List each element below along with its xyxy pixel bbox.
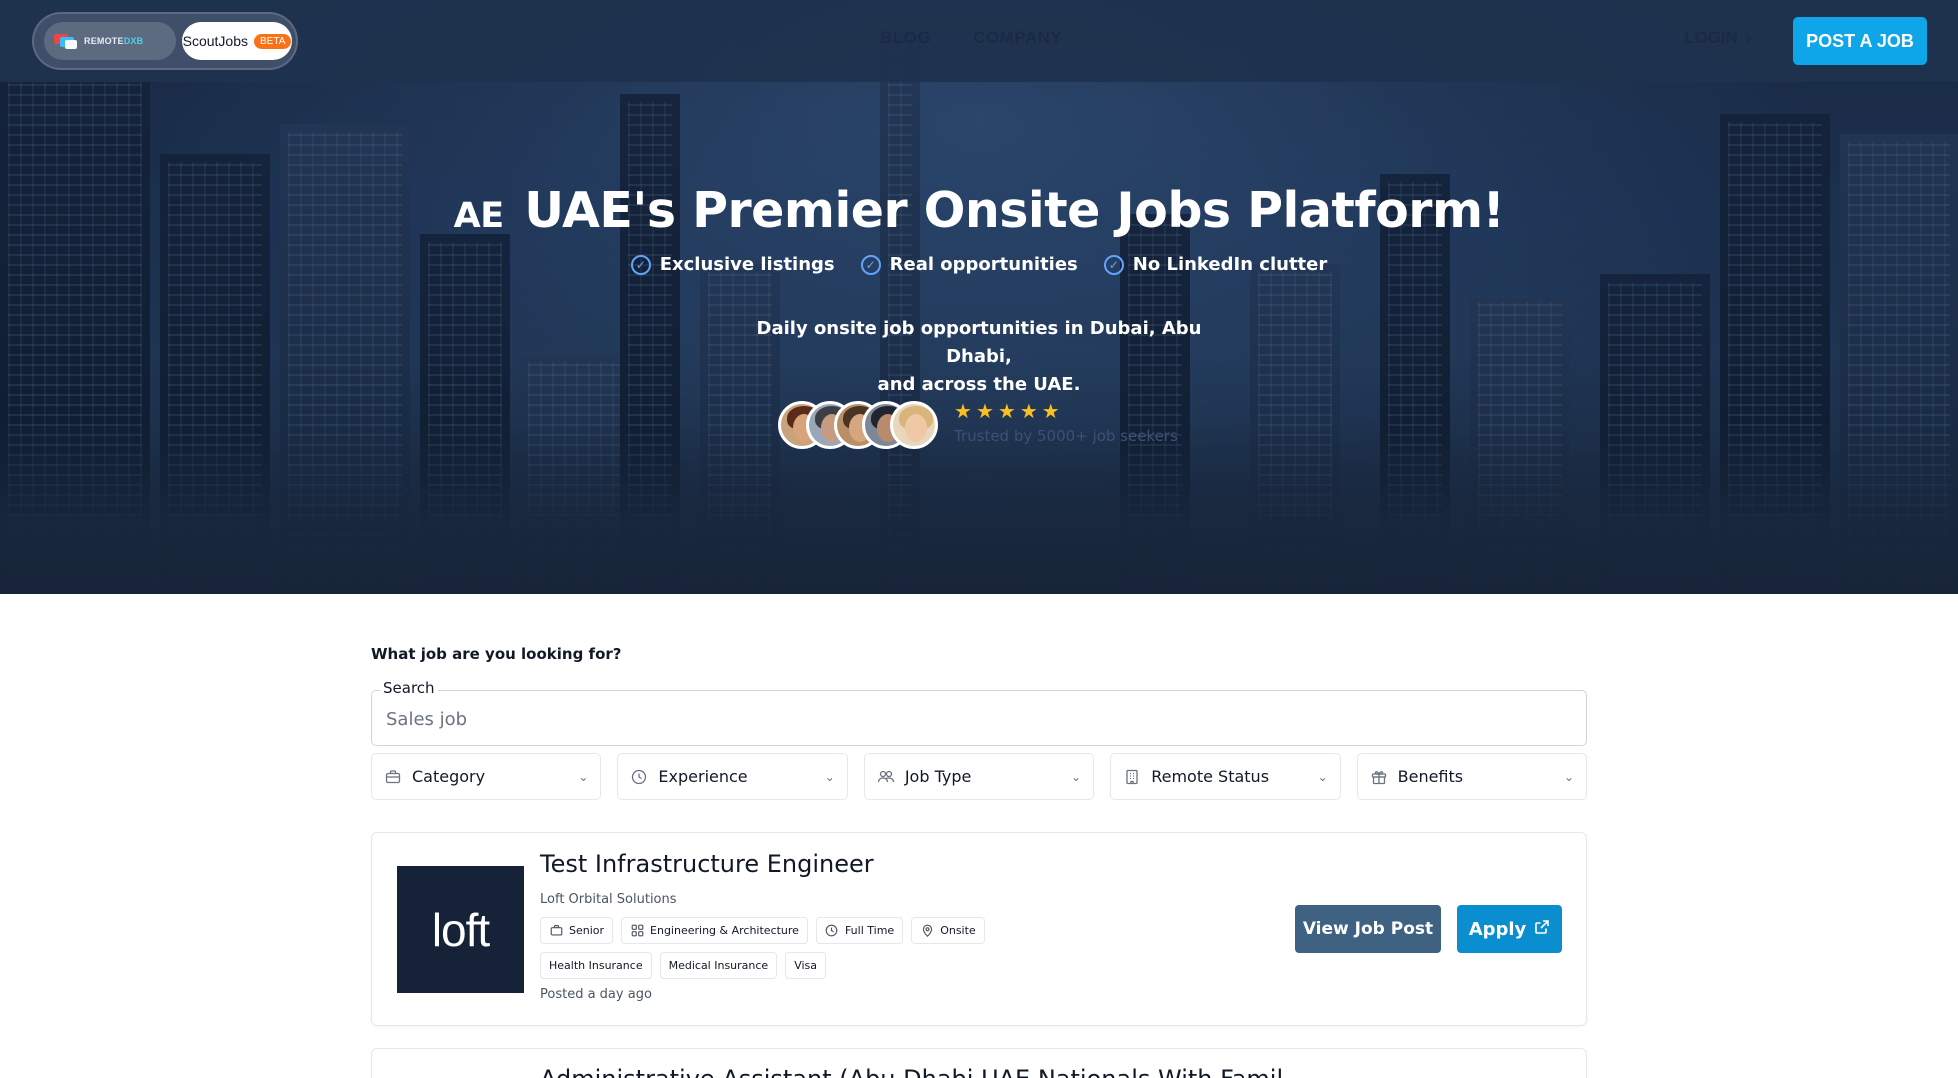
briefcase-icon [384, 768, 402, 786]
view-job-post-button[interactable]: View Job Post [1295, 905, 1441, 953]
tagline-line2: and across the UAE. [877, 374, 1081, 395]
top-navbar: REMOTEDXB ScoutJobs BETA BLOG COMPANY LO… [0, 0, 1958, 82]
posted-time: Posted a day ago [540, 987, 652, 1002]
job-card[interactable]: Administrative Assistant (Abu Dhabi UAE … [371, 1048, 1587, 1078]
post-job-button[interactable]: POST A JOB [1793, 17, 1927, 65]
tag-label: Health Insurance [549, 959, 643, 972]
chevron-down-icon: ⌄ [1563, 769, 1575, 784]
feature-item: ✓ No LinkedIn clutter [1103, 254, 1328, 275]
search-question: What job are you looking for? [371, 645, 622, 663]
company-logo-text: loft [431, 903, 490, 956]
feature-item: ✓ Exclusive listings [630, 254, 835, 275]
job-title[interactable]: Test Infrastructure Engineer [540, 850, 874, 878]
tag-benefit: Medical Insurance [659, 952, 778, 979]
filter-label: Experience [658, 767, 748, 786]
grid-icon [630, 924, 644, 938]
gift-icon [1370, 768, 1388, 786]
job-title[interactable]: Administrative Assistant (Abu Dhabi UAE … [540, 1065, 1283, 1078]
nav-link-company[interactable]: COMPANY [973, 28, 1062, 48]
hero-banner [0, 0, 1958, 594]
check-circle-icon: ✓ [860, 254, 881, 275]
star-icon: ★ [1041, 399, 1060, 423]
search-input[interactable] [386, 705, 1566, 733]
feature-item: ✓ Real opportunities [860, 254, 1078, 275]
trusted-count: Trusted by 5000+ job seekers [954, 427, 1178, 445]
scoutjobs-name: ScoutJobs [182, 33, 248, 49]
scoutjobs-logo[interactable]: ScoutJobs BETA [182, 22, 292, 60]
hero-tagline: Daily onsite job opportunities in Dubai,… [729, 315, 1229, 399]
tag-label: Senior [569, 924, 605, 937]
filter-bar: Category ⌄ Experience ⌄ Job Type ⌄ Remot… [371, 753, 1588, 800]
tag-label: Medical Insurance [668, 959, 769, 972]
feature-label: Real opportunities [889, 254, 1078, 275]
remote-dxb-logo-icon [54, 32, 78, 50]
avatar-stack [778, 401, 938, 449]
filter-benefits[interactable]: Benefits ⌄ [1356, 753, 1588, 800]
tag-benefit: Visa [785, 952, 827, 979]
tag-seniority: Senior [540, 917, 614, 944]
external-link-icon [1534, 919, 1550, 940]
filter-label: Job Type [904, 767, 972, 786]
users-icon [877, 768, 895, 786]
company-name: Loft Orbital Solutions [540, 892, 677, 907]
nav-link-blog[interactable]: BLOG [880, 28, 931, 48]
filter-job-type[interactable]: Job Type ⌄ [863, 753, 1095, 800]
login-label: LOGIN [1684, 28, 1738, 47]
check-circle-icon: ✓ [1103, 254, 1124, 275]
tag-category: Engineering & Architecture [621, 917, 808, 944]
building-icon [1123, 768, 1141, 786]
search-label: Search [380, 679, 438, 697]
tag-label: Engineering & Architecture [650, 924, 799, 937]
filter-label: Remote Status [1151, 767, 1270, 786]
job-card[interactable]: loft Test Infrastructure Engineer Loft O… [371, 832, 1587, 1026]
chevron-down-icon: ⌄ [824, 769, 835, 784]
tag-label: Visa [794, 959, 818, 972]
tag-location: Onsite [911, 917, 985, 944]
company-logo: loft [397, 866, 524, 993]
star-icon: ★ [975, 399, 994, 423]
star-icon: ★ [997, 399, 1016, 423]
chevron-down-icon: ⌄ [578, 769, 589, 784]
apply-label: Apply [1468, 918, 1527, 940]
tag-benefit: Health Insurance [540, 952, 652, 979]
beta-badge: BETA [253, 33, 292, 49]
hero-title-text: UAE's Premier Onsite Jobs Platform! [524, 182, 1505, 239]
check-circle-icon: ✓ [630, 254, 651, 275]
location-icon [920, 924, 934, 938]
feature-label: Exclusive listings [659, 254, 835, 275]
brand-switcher: REMOTEDXB ScoutJobs BETA [32, 12, 298, 70]
filter-category[interactable]: Category ⌄ [371, 753, 602, 800]
clock-icon [630, 768, 648, 786]
chevron-down-icon: ⌄ [1317, 769, 1328, 784]
remote-dxb-logo[interactable]: REMOTEDXB [44, 22, 176, 60]
tagline-prefix: Daily onsite job opportunities in [756, 318, 1090, 339]
login-link[interactable]: LOGIN › [1684, 28, 1752, 48]
tag-job-type: Full Time [815, 917, 904, 944]
star-icon: ★ [1019, 399, 1038, 423]
star-icon: ★ [954, 399, 972, 423]
nav-links: BLOG COMPANY [880, 28, 1062, 48]
feature-label: No LinkedIn clutter [1132, 254, 1328, 275]
tag-label: Onsite [940, 924, 976, 937]
apply-button[interactable]: Apply [1457, 905, 1562, 953]
avatar [890, 401, 938, 449]
hero-title: AE UAE's Premier Onsite Jobs Platform! [0, 182, 1958, 239]
arrow-right-icon: › [1745, 28, 1752, 47]
chevron-down-icon: ⌄ [1071, 769, 1082, 784]
briefcase-icon [549, 924, 563, 938]
job-tags: Senior Engineering & Architecture Full T… [540, 917, 1040, 979]
filter-experience[interactable]: Experience ⌄ [617, 753, 848, 800]
rating-stars: ★ ★ ★ ★ ★ [954, 401, 1060, 421]
clock-icon [825, 924, 839, 938]
remote-dxb-wordmark: REMOTEDXB [84, 36, 144, 46]
flag-icon: AE [453, 196, 505, 236]
feature-list: ✓ Exclusive listings ✓ Real opportunitie… [0, 254, 1958, 275]
filter-label: Benefits [1397, 767, 1464, 786]
filter-label: Category [412, 767, 486, 786]
search-field: Search [371, 679, 1587, 746]
tag-label: Full Time [844, 924, 895, 937]
filter-remote-status[interactable]: Remote Status ⌄ [1110, 753, 1341, 800]
